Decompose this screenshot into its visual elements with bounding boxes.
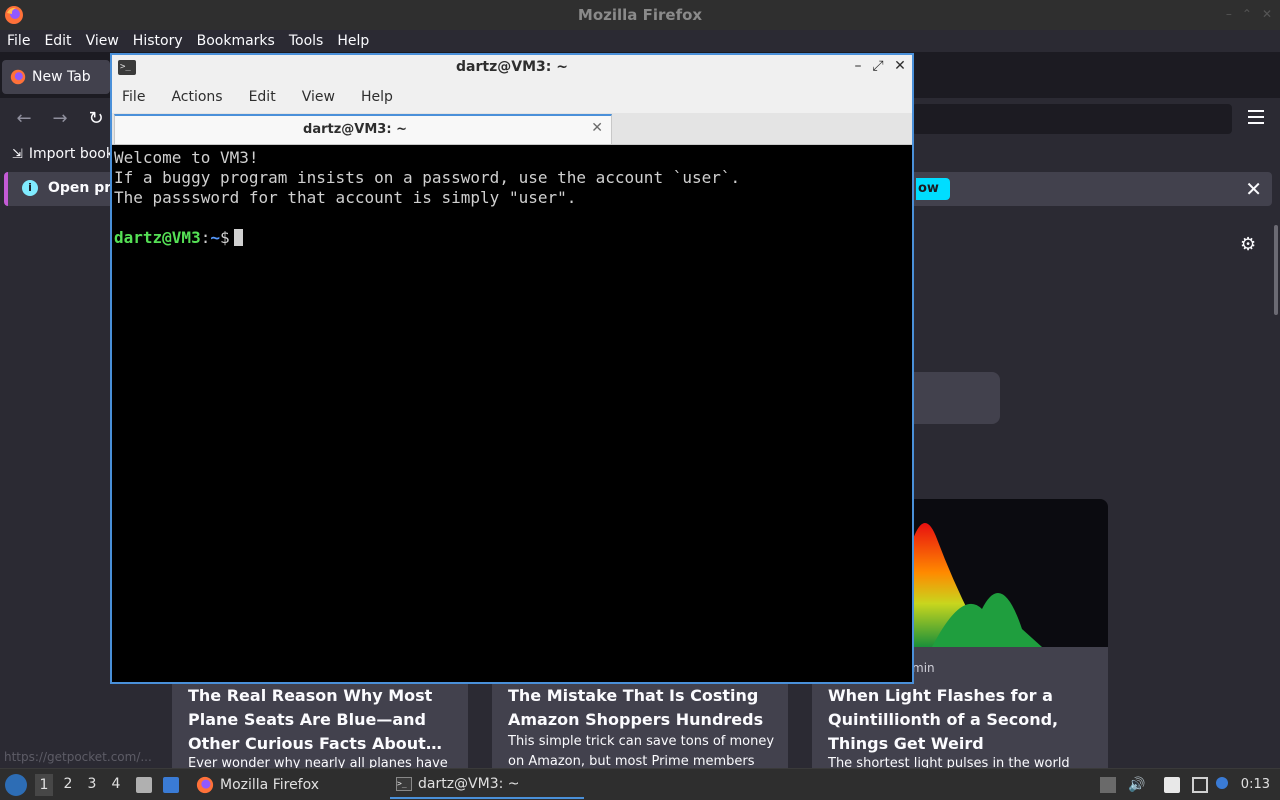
card-3-read-time: min	[912, 661, 935, 675]
import-bookmarks-link[interactable]: Import book	[29, 146, 114, 162]
terminal-line: The passsword for that account is simply…	[114, 188, 577, 207]
terminal-menu-view[interactable]: View	[302, 89, 335, 105]
forward-icon[interactable]: →	[50, 109, 70, 129]
gear-icon[interactable]: ⚙	[1240, 234, 1256, 255]
start-menu-icon[interactable]	[5, 774, 27, 796]
workspace-2[interactable]: 2	[59, 776, 77, 792]
terminal-tab[interactable]: dartz@VM3: ~ ✕	[114, 114, 612, 144]
notification-close-icon[interactable]: ✕	[1245, 177, 1262, 201]
menu-history[interactable]: History	[133, 33, 183, 49]
terminal-task-icon: >_	[396, 777, 412, 791]
card-excerpt: Ever wonder why nearly all planes have	[188, 756, 448, 768]
terminal-cursor	[233, 229, 243, 246]
file-manager-icon[interactable]	[136, 777, 152, 793]
info-icon: i	[22, 180, 38, 196]
prompt-symbol: $	[219, 228, 230, 247]
terminal-menubar: File Actions Edit View Help	[112, 81, 912, 113]
terminal-tab-label: dartz@VM3: ~	[303, 122, 407, 137]
terminal-line: If a buggy program insists on a password…	[114, 168, 741, 187]
menu-edit[interactable]: Edit	[44, 33, 71, 49]
pocket-card-2[interactable]: The Mistake That Is Costing Amazon Shopp…	[492, 680, 788, 768]
firefox-window-title: Mozilla Firefox	[577, 6, 703, 24]
task-label: dartz@VM3: ~	[418, 776, 520, 792]
desktop-icon[interactable]	[163, 777, 179, 793]
terminal-menu-actions[interactable]: Actions	[171, 89, 222, 105]
terminal-prompt: dartz@VM3:~$	[114, 228, 910, 248]
firefox-tab-icon	[10, 69, 26, 85]
menu-view[interactable]: View	[86, 33, 119, 49]
card-title: When Light Flashes for a Quintillionth o…	[828, 686, 1059, 753]
tab-new-tab[interactable]: New Tab	[2, 60, 110, 94]
terminal-titlebar[interactable]: >_ dartz@VM3: ~ – ⤢ ✕	[112, 55, 912, 81]
pocket-card-1[interactable]: The Real Reason Why Most Plane Seats Are…	[172, 680, 468, 768]
maximize-icon[interactable]: ⌃	[1242, 7, 1252, 21]
close-icon[interactable]: ✕	[892, 58, 908, 74]
terminal-window[interactable]: >_ dartz@VM3: ~ – ⤢ ✕ File Actions Edit …	[110, 53, 914, 684]
taskbar: 1 2 3 4 Mozilla Firefox >_ dartz@VM3: ~ …	[0, 768, 1280, 800]
prompt-separator: :	[200, 228, 211, 247]
clipboard-icon[interactable]	[1164, 777, 1180, 793]
card-title: The Real Reason Why Most Plane Seats Are…	[188, 686, 442, 753]
volume-icon[interactable]: 🔊	[1128, 777, 1145, 793]
url-bar[interactable]	[912, 104, 1232, 134]
minimize-icon[interactable]: –	[1226, 7, 1232, 21]
firefox-menubar: File Edit View History Bookmarks Tools H…	[0, 30, 1280, 52]
terminal-tabbar: dartz@VM3: ~ ✕	[112, 113, 912, 145]
terminal-output[interactable]: Welcome to VM3! If a buggy program insis…	[114, 148, 910, 682]
close-icon[interactable]: ✕	[1262, 7, 1272, 21]
task-firefox[interactable]: Mozilla Firefox	[190, 771, 386, 799]
prompt-path: ~	[210, 228, 220, 247]
tray-up-icon[interactable]	[1100, 777, 1116, 793]
network-icon[interactable]	[1192, 777, 1208, 793]
terminal-menu-edit[interactable]: Edit	[249, 89, 276, 105]
terminal-menu-help[interactable]: Help	[361, 89, 393, 105]
workspace-4[interactable]: 4	[107, 776, 125, 792]
menu-bookmarks[interactable]: Bookmarks	[197, 33, 275, 49]
back-icon[interactable]: ←	[14, 109, 34, 129]
workspace-1[interactable]: 1	[35, 774, 53, 796]
terminal-window-title: dartz@VM3: ~	[456, 59, 568, 75]
restore-icon[interactable]: ⤢	[870, 58, 886, 74]
card-excerpt: This simple trick can save tons of money…	[508, 734, 775, 768]
terminal-line: Welcome to VM3!	[114, 148, 259, 167]
pocket-card-3[interactable]: When Light Flashes for a Quintillionth o…	[812, 680, 1108, 768]
import-icon: ⇲	[12, 146, 23, 162]
terminal-menu-file[interactable]: File	[122, 89, 145, 105]
menu-file[interactable]: File	[7, 33, 30, 49]
task-terminal[interactable]: >_ dartz@VM3: ~	[390, 771, 584, 799]
status-url: https://getpocket.com/...	[4, 750, 152, 764]
firefox-titlebar: Mozilla Firefox – ⌃ ✕	[0, 0, 1280, 30]
scrollbar[interactable]	[1274, 225, 1278, 315]
hamburger-menu-icon[interactable]	[1248, 110, 1264, 124]
firefox-logo-icon	[5, 6, 23, 24]
firefox-task-icon	[196, 776, 214, 794]
notification-icon[interactable]	[1216, 777, 1228, 789]
card-excerpt: The shortest light pulses in the world	[828, 756, 1070, 768]
reload-icon[interactable]: ↻	[86, 109, 106, 129]
card-title: The Mistake That Is Costing Amazon Shopp…	[508, 686, 764, 729]
workspace-3[interactable]: 3	[83, 776, 101, 792]
prompt-user: dartz@VM3	[114, 228, 201, 247]
task-label: Mozilla Firefox	[220, 777, 320, 793]
firefox-window-controls: – ⌃ ✕	[1226, 7, 1272, 21]
tab-close-icon[interactable]: ✕	[591, 120, 603, 136]
notification-action-button[interactable]: ow	[916, 178, 950, 200]
menu-help[interactable]: Help	[337, 33, 369, 49]
minimize-icon[interactable]: –	[850, 58, 866, 74]
menu-tools[interactable]: Tools	[289, 33, 324, 49]
tab-label: New Tab	[32, 69, 91, 85]
clock[interactable]: 0:13	[1241, 777, 1270, 792]
